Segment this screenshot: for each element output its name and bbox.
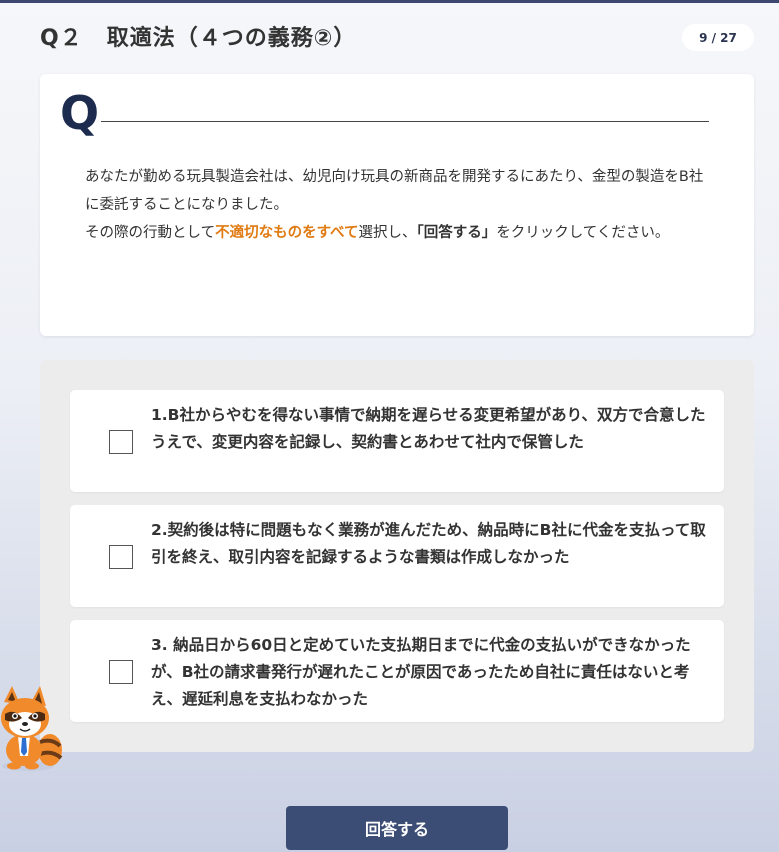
option-3-checkbox[interactable] bbox=[109, 660, 133, 684]
question-button-reference: 「回答する」 bbox=[416, 225, 497, 241]
option-3-text: 3. 納品日から60日と定めていた支払期日までに代金の支払いができなかったが、B… bbox=[151, 636, 691, 708]
question-card: Q あなたが勤める玩具製造会社は、幼児向け玩具の新商品を開発するにあたり、金型の… bbox=[40, 74, 754, 336]
options-panel: 1.B社からやむを得ない事情で納期を遅らせる変更希望があり、双方で合意したうえで… bbox=[40, 360, 754, 752]
question-text: あなたが勤める玩具製造会社は、幼児向け玩具の新商品を開発するにあたり、金型の製造… bbox=[85, 163, 715, 247]
question-text-middle: 選択し、 bbox=[358, 225, 417, 241]
q-divider bbox=[101, 121, 709, 122]
page-title: Q２ 取適法（４つの義務②） bbox=[40, 20, 356, 52]
question-number: Q２ bbox=[40, 26, 83, 51]
q-mark: Q bbox=[60, 86, 100, 140]
progress-badge: 9 / 27 bbox=[682, 24, 754, 51]
question-highlight: 不適切なものをすべて bbox=[215, 225, 359, 241]
raccoon-mascot-icon bbox=[0, 684, 64, 772]
option-3[interactable]: 3. 納品日から60日と定めていた支払期日までに代金の支払いができなかったが、B… bbox=[70, 620, 724, 722]
page-title-text: 取適法（４つの義務②） bbox=[106, 26, 357, 51]
question-text-line-1: あなたが勤める玩具製造会社は、幼児向け玩具の新商品を開発するにあたり、金型の製造… bbox=[85, 169, 704, 213]
option-2-text: 2.契約後は特に問題もなく業務が進んだため、納品時にB社に代金を支払って取引を終… bbox=[151, 521, 706, 566]
submit-answer-button[interactable]: 回答する bbox=[286, 806, 508, 850]
question-text-suffix: をクリックしてください。 bbox=[496, 225, 670, 241]
option-2[interactable]: 2.契約後は特に問題もなく業務が進んだため、納品時にB社に代金を支払って取引を終… bbox=[70, 505, 724, 607]
top-accent-bar bbox=[0, 0, 779, 3]
question-text-prefix: その際の行動として bbox=[85, 225, 216, 241]
option-1-text: 1.B社からやむを得ない事情で納期を遅らせる変更希望があり、双方で合意したうえで… bbox=[151, 406, 706, 451]
option-1[interactable]: 1.B社からやむを得ない事情で納期を遅らせる変更希望があり、双方で合意したうえで… bbox=[70, 390, 724, 492]
option-2-checkbox[interactable] bbox=[109, 545, 133, 569]
option-1-checkbox[interactable] bbox=[109, 430, 133, 454]
